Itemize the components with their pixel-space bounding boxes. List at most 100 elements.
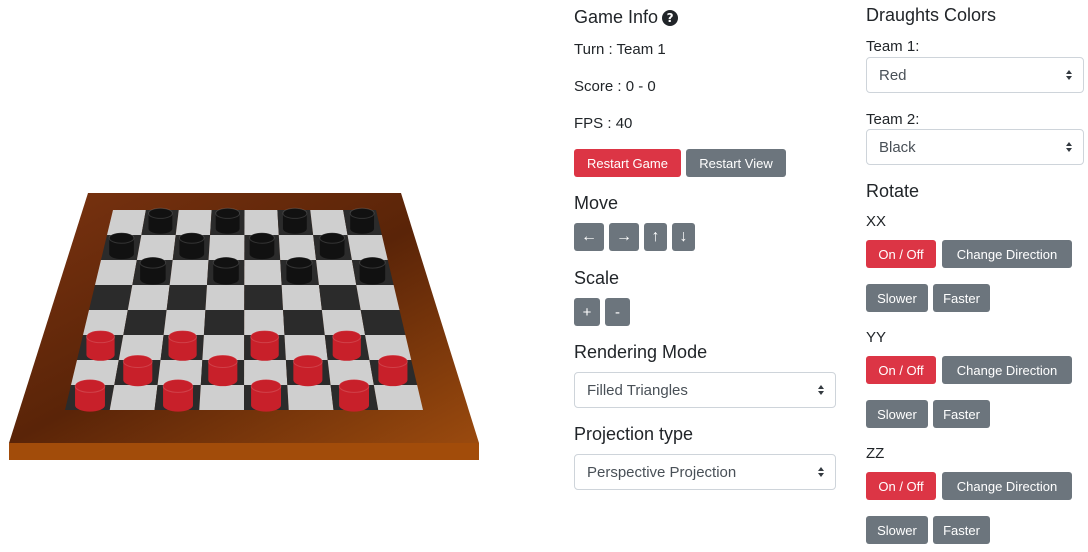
zz-change-direction-button[interactable]: Change Direction (942, 472, 1072, 500)
select-caret-icon (818, 467, 824, 477)
team1-color-select[interactable]: Red (866, 57, 1084, 93)
board-square[interactable] (244, 285, 284, 310)
projection-type-title: Projection type (574, 424, 694, 444)
red-piece[interactable] (85, 330, 116, 361)
team1-color-value: Red (879, 66, 907, 84)
red-piece[interactable] (292, 354, 323, 387)
board-square[interactable] (281, 285, 322, 310)
board-square[interactable] (199, 385, 245, 410)
red-piece[interactable] (332, 330, 362, 361)
black-piece[interactable] (108, 232, 135, 260)
board-square[interactable] (360, 310, 406, 335)
yy-slower-button[interactable]: Slower (866, 400, 928, 428)
black-piece[interactable] (215, 207, 241, 234)
board-square[interactable] (316, 260, 357, 285)
board-canvas[interactable] (0, 0, 560, 552)
board-square[interactable] (356, 285, 400, 310)
red-piece[interactable] (207, 354, 238, 387)
red-piece[interactable] (162, 379, 194, 412)
move-right-button[interactable]: → (609, 223, 639, 251)
turn-value: Team 1 (616, 41, 666, 58)
help-icon[interactable]: ? (662, 10, 679, 27)
rendering-mode-select[interactable]: Filled Triangles (574, 372, 836, 408)
colors-rotate-panel: Draughts Colors Team 1: Red Team 2: Blac… (866, 0, 1088, 552)
black-piece[interactable] (178, 232, 205, 260)
red-piece[interactable] (168, 330, 198, 361)
yy-faster-button[interactable]: Faster (933, 400, 990, 428)
black-piece[interactable] (212, 256, 240, 285)
board-square[interactable] (89, 285, 133, 310)
select-caret-icon (1066, 70, 1072, 80)
board-square[interactable] (373, 385, 423, 410)
move-left-button[interactable]: ← (574, 223, 604, 251)
red-piece[interactable] (250, 379, 282, 412)
black-piece[interactable] (285, 256, 313, 285)
black-piece[interactable] (249, 232, 275, 260)
black-piece[interactable] (139, 256, 167, 285)
draughts-colors-title: Draughts Colors (866, 5, 997, 25)
restart-game-button[interactable]: Restart Game (574, 149, 681, 177)
black-piece[interactable] (359, 256, 386, 285)
board-square[interactable] (136, 235, 176, 260)
black-piece[interactable] (349, 207, 375, 234)
red-piece[interactable] (122, 354, 153, 387)
board-square[interactable] (244, 210, 279, 235)
game-info-heading: Game Info? (574, 7, 679, 28)
black-piece[interactable] (148, 207, 173, 234)
board-square[interactable] (310, 210, 348, 235)
projection-type-select[interactable]: Perspective Projection (574, 454, 836, 490)
select-caret-icon (818, 385, 824, 395)
board-square[interactable] (205, 285, 245, 310)
board-square[interactable] (169, 260, 209, 285)
board-square[interactable] (287, 385, 334, 410)
zz-faster-button[interactable]: Faster (933, 516, 990, 544)
xx-faster-button[interactable]: Faster (933, 284, 990, 312)
board-square[interactable] (166, 285, 207, 310)
board-square[interactable] (347, 235, 388, 260)
black-piece[interactable] (282, 207, 308, 234)
board-square[interactable] (123, 310, 167, 335)
board-square[interactable] (127, 285, 170, 310)
board-square[interactable] (175, 210, 212, 235)
zz-slower-button[interactable]: Slower (866, 516, 928, 544)
board-square[interactable] (203, 310, 245, 335)
score-value: 0 - 0 (625, 78, 656, 95)
move-up-button[interactable]: ↑ (644, 223, 667, 251)
board-square[interactable] (107, 210, 146, 235)
black-piece[interactable] (319, 232, 345, 260)
game-info-panel: Game Info? Turn : Team 1 Score : 0 - 0 F… (574, 0, 844, 552)
board-square[interactable] (208, 235, 245, 260)
scale-plus-button[interactable]: + (574, 298, 600, 326)
board-square[interactable] (244, 260, 282, 285)
zz-toggle-button[interactable]: On / Off (866, 472, 936, 500)
team2-label: Team 2: (866, 111, 920, 128)
scale-minus-button[interactable]: - (605, 298, 630, 326)
red-piece[interactable] (74, 379, 106, 412)
scale-title: Scale (574, 268, 620, 288)
score-label: Score : (574, 78, 622, 95)
xx-slower-button[interactable]: Slower (866, 284, 928, 312)
xx-change-direction-button[interactable]: Change Direction (942, 240, 1072, 268)
team2-color-select[interactable]: Black (866, 129, 1084, 165)
xx-toggle-button[interactable]: On / Off (866, 240, 936, 268)
yy-change-direction-button[interactable]: Change Direction (942, 356, 1072, 384)
fps-label: FPS : (574, 115, 612, 132)
move-title: Move (574, 193, 619, 213)
board-square[interactable] (283, 310, 325, 335)
axis-yy-label: YY (866, 329, 887, 346)
red-piece[interactable] (338, 379, 370, 412)
select-caret-icon (1066, 142, 1072, 152)
yy-toggle-button[interactable]: On / Off (866, 356, 936, 384)
team2-color-value: Black (879, 138, 916, 156)
restart-view-button[interactable]: Restart View (686, 149, 786, 177)
board-square[interactable] (318, 285, 361, 310)
board-square[interactable] (109, 385, 158, 410)
rendering-mode-title: Rendering Mode (574, 342, 708, 362)
rotate-title: Rotate (866, 181, 920, 201)
team1-label: Team 1: (866, 38, 920, 55)
red-piece[interactable] (377, 354, 408, 387)
board-square[interactable] (95, 260, 137, 285)
board-square[interactable] (278, 235, 317, 260)
red-piece[interactable] (250, 330, 280, 361)
move-down-button[interactable]: ↓ (672, 223, 695, 251)
